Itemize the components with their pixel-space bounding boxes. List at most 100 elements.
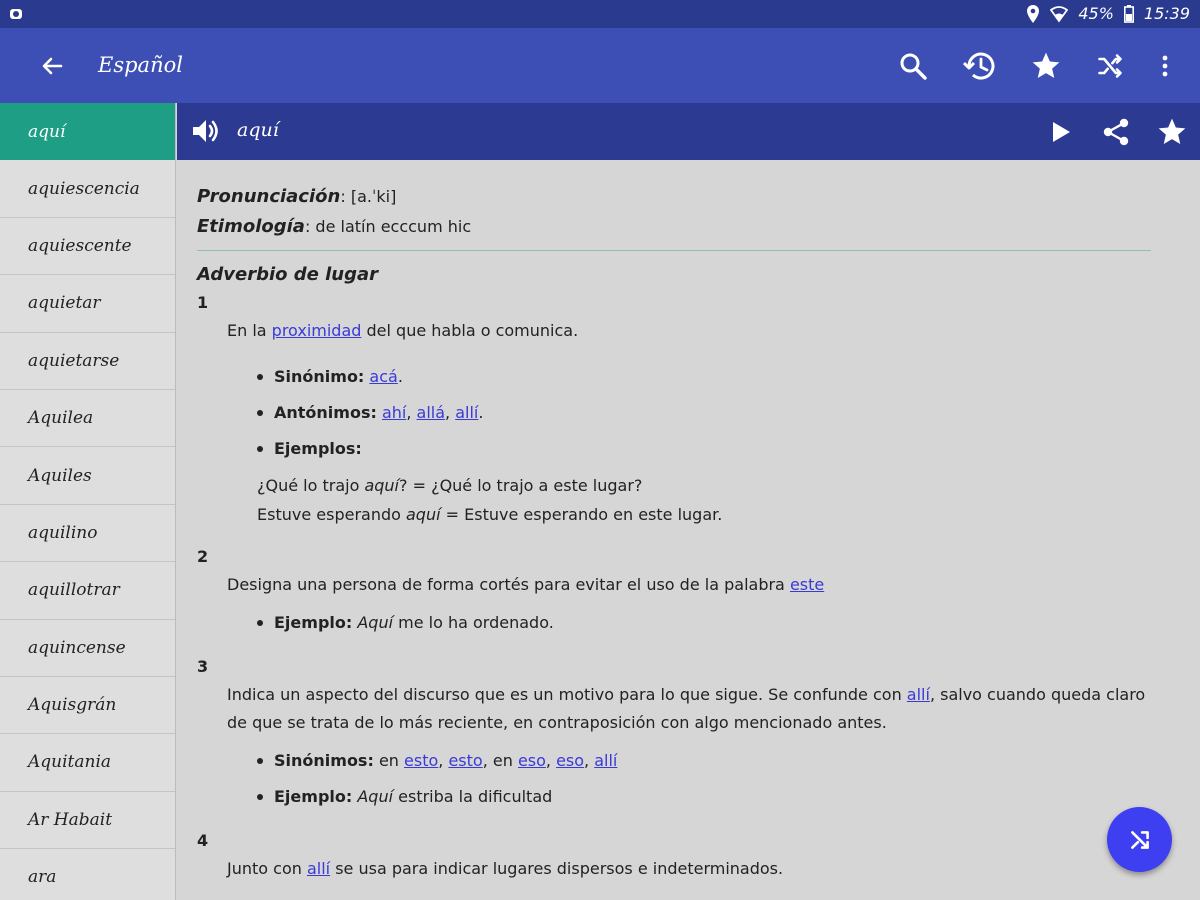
- synonym-text: , en: [482, 751, 518, 770]
- history-icon[interactable]: [960, 46, 1000, 86]
- example-text: = Estuve esperando en este lugar.: [440, 505, 723, 524]
- word-list-item-active[interactable]: aquí: [0, 103, 175, 161]
- synonym-link[interactable]: esto: [448, 751, 482, 770]
- battery-icon: [1123, 4, 1134, 23]
- example-text: Estuve esperando: [257, 505, 406, 524]
- part-of-speech: Adverbio de lugar: [197, 264, 379, 285]
- definition-text: Junto con: [227, 859, 307, 878]
- shuffle-icon: [1130, 830, 1149, 849]
- sense-number: 2: [197, 547, 209, 566]
- example-text: me lo ha ordenado.: [393, 613, 554, 632]
- sense-definition: Junto con allí se usa para indicar lugar…: [227, 855, 1152, 883]
- antonym-link[interactable]: allí: [455, 403, 478, 422]
- favorite-star-icon[interactable]: [1153, 113, 1191, 151]
- antonym-item: Antónimos: ahí, allá, allí.: [257, 395, 1152, 431]
- word-list-item[interactable]: aquilino: [0, 505, 175, 563]
- definition-text: Designa una persona de forma cortés para…: [227, 575, 790, 594]
- sense-definition: Designa una persona de forma cortés para…: [227, 571, 1152, 599]
- wifi-icon: [1050, 5, 1069, 23]
- entry-word: aquí: [237, 119, 279, 141]
- example-text: ? = ¿Qué lo trajo a este lugar?: [399, 476, 643, 495]
- example-label: Ejemplo:: [274, 613, 353, 632]
- definition-text: Indica un aspecto del discurso que es un…: [227, 685, 907, 704]
- app-bar: Español: [0, 28, 1200, 103]
- synonym-label: Sinónimos:: [274, 751, 374, 770]
- definition-link[interactable]: allí: [307, 859, 330, 878]
- divider: [197, 250, 1151, 251]
- example-line: ¿Qué lo trajo aquí? = ¿Qué lo trajo a es…: [257, 471, 1152, 500]
- etymology-label: Etimología: [197, 216, 305, 237]
- example-emphasis: Aquí: [357, 613, 394, 632]
- search-icon[interactable]: [893, 46, 933, 86]
- back-arrow-icon[interactable]: [36, 50, 68, 82]
- synonym-link[interactable]: eso: [518, 751, 546, 770]
- word-list-item[interactable]: Aquisgrán: [0, 677, 175, 735]
- definition-link[interactable]: allí: [907, 685, 930, 704]
- sense-number: 1: [197, 293, 209, 312]
- example-item: Ejemplo: Aquí me lo ha ordenado.: [257, 605, 1152, 641]
- shuffle-icon[interactable]: [1090, 46, 1130, 86]
- word-list-item[interactable]: Aquitania: [0, 734, 175, 792]
- definition-link[interactable]: este: [790, 575, 824, 594]
- definition-text: En la: [227, 321, 272, 340]
- word-list-item[interactable]: aquiescente: [0, 218, 175, 276]
- synonym-label: Sinónimo:: [274, 367, 365, 386]
- pronunciation-label: Pronunciación: [197, 186, 341, 207]
- word-list: aquí aquiescencia aquiescente aquietar a…: [0, 103, 176, 900]
- synonym-item: Sinónimos: en esto, esto, en eso, eso, a…: [257, 743, 1152, 779]
- star-icon[interactable]: [1026, 46, 1066, 86]
- pronunciation-value: : [a.ˈki]: [340, 187, 397, 206]
- synonym-link[interactable]: allí: [594, 751, 617, 770]
- word-list-item[interactable]: Aquiles: [0, 447, 175, 505]
- example-line: Estuve esperando aquí = Estuve esperando…: [257, 500, 1152, 529]
- example-text: ¿Qué lo trajo: [257, 476, 365, 495]
- examples-label: Ejemplos:: [274, 439, 362, 458]
- word-list-item[interactable]: aquincense: [0, 620, 175, 677]
- example-emphasis: aquí: [364, 476, 399, 495]
- etymology-value: : de latín ecccum hic: [304, 217, 472, 236]
- punctuation: .: [397, 367, 403, 386]
- word-list-item[interactable]: Aquilea: [0, 390, 175, 448]
- word-list-item[interactable]: ara: [0, 849, 175, 900]
- random-word-fab[interactable]: [1107, 807, 1172, 872]
- battery-level: 45%: [1078, 4, 1114, 23]
- synonym-link[interactable]: eso: [556, 751, 584, 770]
- clock: 15:39: [1143, 4, 1190, 23]
- word-list-item[interactable]: aquiescencia: [0, 160, 175, 218]
- sense-number: 3: [197, 657, 209, 676]
- synonym-text: en: [373, 751, 405, 770]
- examples-item: Ejemplos:: [257, 431, 1152, 467]
- antonym-label: Antónimos:: [274, 403, 377, 422]
- sense-definition: Indica un aspecto del discurso que es un…: [227, 681, 1152, 737]
- synonym-link[interactable]: acá: [369, 367, 397, 386]
- notification-icon: [8, 6, 24, 26]
- examples-list: ¿Qué lo trajo aquí? = ¿Qué lo trajo a es…: [257, 471, 1152, 529]
- speaker-icon[interactable]: [189, 115, 221, 151]
- share-icon[interactable]: [1097, 113, 1135, 151]
- antonym-link[interactable]: allá: [417, 403, 446, 422]
- pronunciation: Pronunciación: [a.ˈki]: [197, 182, 1152, 212]
- example-emphasis: aquí: [406, 505, 441, 524]
- word-header: aquí: [177, 103, 1200, 160]
- example-text: estriba la dificultad: [393, 787, 553, 806]
- example-emphasis: Aquí: [357, 787, 394, 806]
- definition-content: Pronunciación: [a.ˈki] Etimología: de la…: [177, 160, 1200, 900]
- punctuation: .: [478, 403, 484, 422]
- example-item: Ejemplo: Aquí estriba la dificultad: [257, 779, 1152, 815]
- antonym-link[interactable]: ahí: [382, 403, 406, 422]
- definition-text: se usa para indicar lugares dispersos e …: [330, 859, 784, 878]
- synonym-link[interactable]: esto: [404, 751, 438, 770]
- word-list-item[interactable]: aquillotrar: [0, 562, 175, 620]
- more-vert-icon[interactable]: [1145, 46, 1185, 86]
- word-list-item[interactable]: aquietar: [0, 275, 175, 333]
- etymology: Etimología: de latín ecccum hic: [197, 212, 1152, 242]
- word-list-item[interactable]: aquietarse: [0, 333, 175, 390]
- sense-number: 4: [197, 831, 209, 850]
- sense-definition: En la proximidad del que habla o comunic…: [227, 317, 1152, 345]
- example-label: Ejemplo:: [274, 787, 353, 806]
- status-bar: 45% 15:39: [0, 0, 1200, 28]
- play-icon[interactable]: [1042, 113, 1080, 151]
- word-list-item[interactable]: Ar Habait: [0, 792, 175, 850]
- synonym-item: Sinónimo: acá.: [257, 359, 1152, 395]
- definition-link[interactable]: proximidad: [272, 321, 362, 340]
